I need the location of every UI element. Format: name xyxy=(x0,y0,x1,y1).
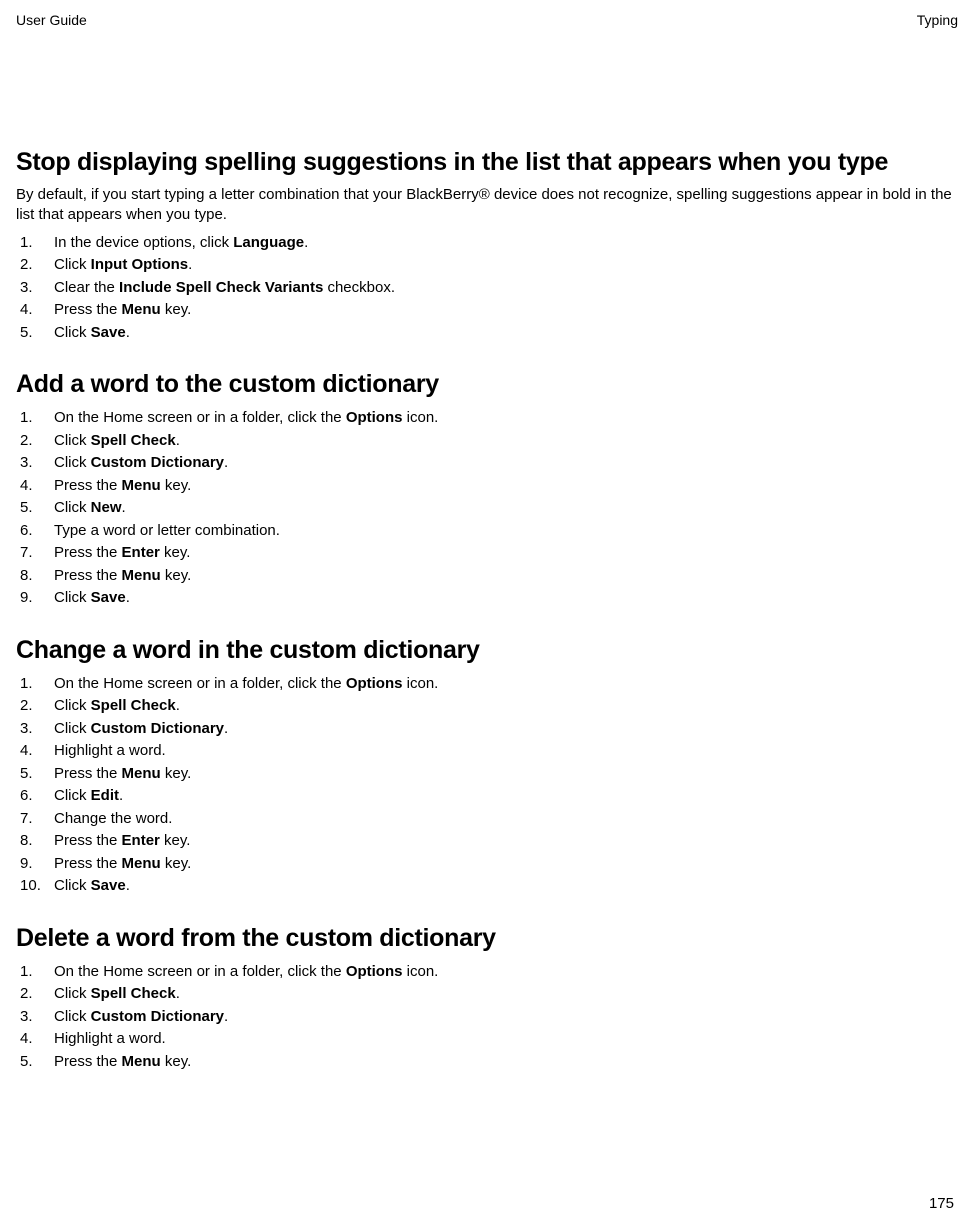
step-item: Highlight a word. xyxy=(16,1028,958,1051)
step-item: Click Input Options. xyxy=(16,254,958,277)
step-bold: Save xyxy=(91,324,126,341)
step-item: Press the Enter key. xyxy=(16,830,958,853)
step-item: Press the Menu key. xyxy=(16,299,958,322)
step-bold: Custom Dictionary xyxy=(91,1008,224,1025)
step-bold: New xyxy=(91,499,122,516)
page-content: Stop displaying spelling suggestions in … xyxy=(16,148,958,1073)
step-list: On the Home screen or in a folder, click… xyxy=(16,407,958,610)
step-bold: Menu xyxy=(122,567,161,584)
step-item: Type a word or letter combination. xyxy=(16,520,958,543)
section-intro: By default, if you start typing a letter… xyxy=(16,185,958,226)
step-list: On the Home screen or in a folder, click… xyxy=(16,673,958,898)
step-item: Press the Menu key. xyxy=(16,853,958,876)
step-bold: Enter xyxy=(122,544,160,561)
step-item: On the Home screen or in a folder, click… xyxy=(16,673,958,696)
step-item: Click Edit. xyxy=(16,785,958,808)
step-bold: Menu xyxy=(122,855,161,872)
step-item: Clear the Include Spell Check Variants c… xyxy=(16,277,958,300)
header-right: Typing xyxy=(917,12,958,28)
step-item: Click Custom Dictionary. xyxy=(16,718,958,741)
step-bold: Input Options xyxy=(91,256,188,273)
step-bold: Menu xyxy=(122,477,161,494)
step-bold: Spell Check xyxy=(91,432,176,449)
step-bold: Save xyxy=(91,877,126,894)
step-item: Click Custom Dictionary. xyxy=(16,452,958,475)
step-item: Press the Menu key. xyxy=(16,475,958,498)
step-item: Click Save. xyxy=(16,875,958,898)
step-item: Press the Menu key. xyxy=(16,565,958,588)
section-heading: Stop displaying spelling suggestions in … xyxy=(16,148,958,177)
step-item: Click Spell Check. xyxy=(16,695,958,718)
step-item: Press the Enter key. xyxy=(16,542,958,565)
step-item: On the Home screen or in a folder, click… xyxy=(16,961,958,984)
page-header: User Guide Typing xyxy=(16,12,958,28)
step-bold: Options xyxy=(346,675,403,692)
step-list: In the device options, click Language.Cl… xyxy=(16,232,958,345)
step-item: Change the word. xyxy=(16,808,958,831)
step-bold: Save xyxy=(91,589,126,606)
step-bold: Language xyxy=(233,234,304,251)
step-bold: Menu xyxy=(122,1053,161,1070)
step-item: Click Custom Dictionary. xyxy=(16,1006,958,1029)
step-item: In the device options, click Language. xyxy=(16,232,958,255)
step-bold: Custom Dictionary xyxy=(91,454,224,471)
step-list: On the Home screen or in a folder, click… xyxy=(16,961,958,1074)
header-left: User Guide xyxy=(16,12,87,28)
step-bold: Include Spell Check Variants xyxy=(119,279,323,296)
step-bold: Options xyxy=(346,963,403,980)
step-bold: Edit xyxy=(91,787,119,804)
step-item: Click Save. xyxy=(16,322,958,345)
step-bold: Spell Check xyxy=(91,697,176,714)
step-item: Click Save. xyxy=(16,587,958,610)
step-bold: Options xyxy=(346,409,403,426)
step-bold: Enter xyxy=(122,832,160,849)
step-bold: Spell Check xyxy=(91,985,176,1002)
step-item: Click New. xyxy=(16,497,958,520)
step-bold: Menu xyxy=(122,301,161,318)
step-item: On the Home screen or in a folder, click… xyxy=(16,407,958,430)
section-heading: Add a word to the custom dictionary xyxy=(16,370,958,399)
step-bold: Menu xyxy=(122,765,161,782)
step-item: Press the Menu key. xyxy=(16,1051,958,1074)
step-item: Highlight a word. xyxy=(16,740,958,763)
section-heading: Change a word in the custom dictionary xyxy=(16,636,958,665)
step-bold: Custom Dictionary xyxy=(91,720,224,737)
section-heading: Delete a word from the custom dictionary xyxy=(16,924,958,953)
step-item: Click Spell Check. xyxy=(16,430,958,453)
step-item: Press the Menu key. xyxy=(16,763,958,786)
step-item: Click Spell Check. xyxy=(16,983,958,1006)
page-number: 175 xyxy=(929,1195,954,1212)
